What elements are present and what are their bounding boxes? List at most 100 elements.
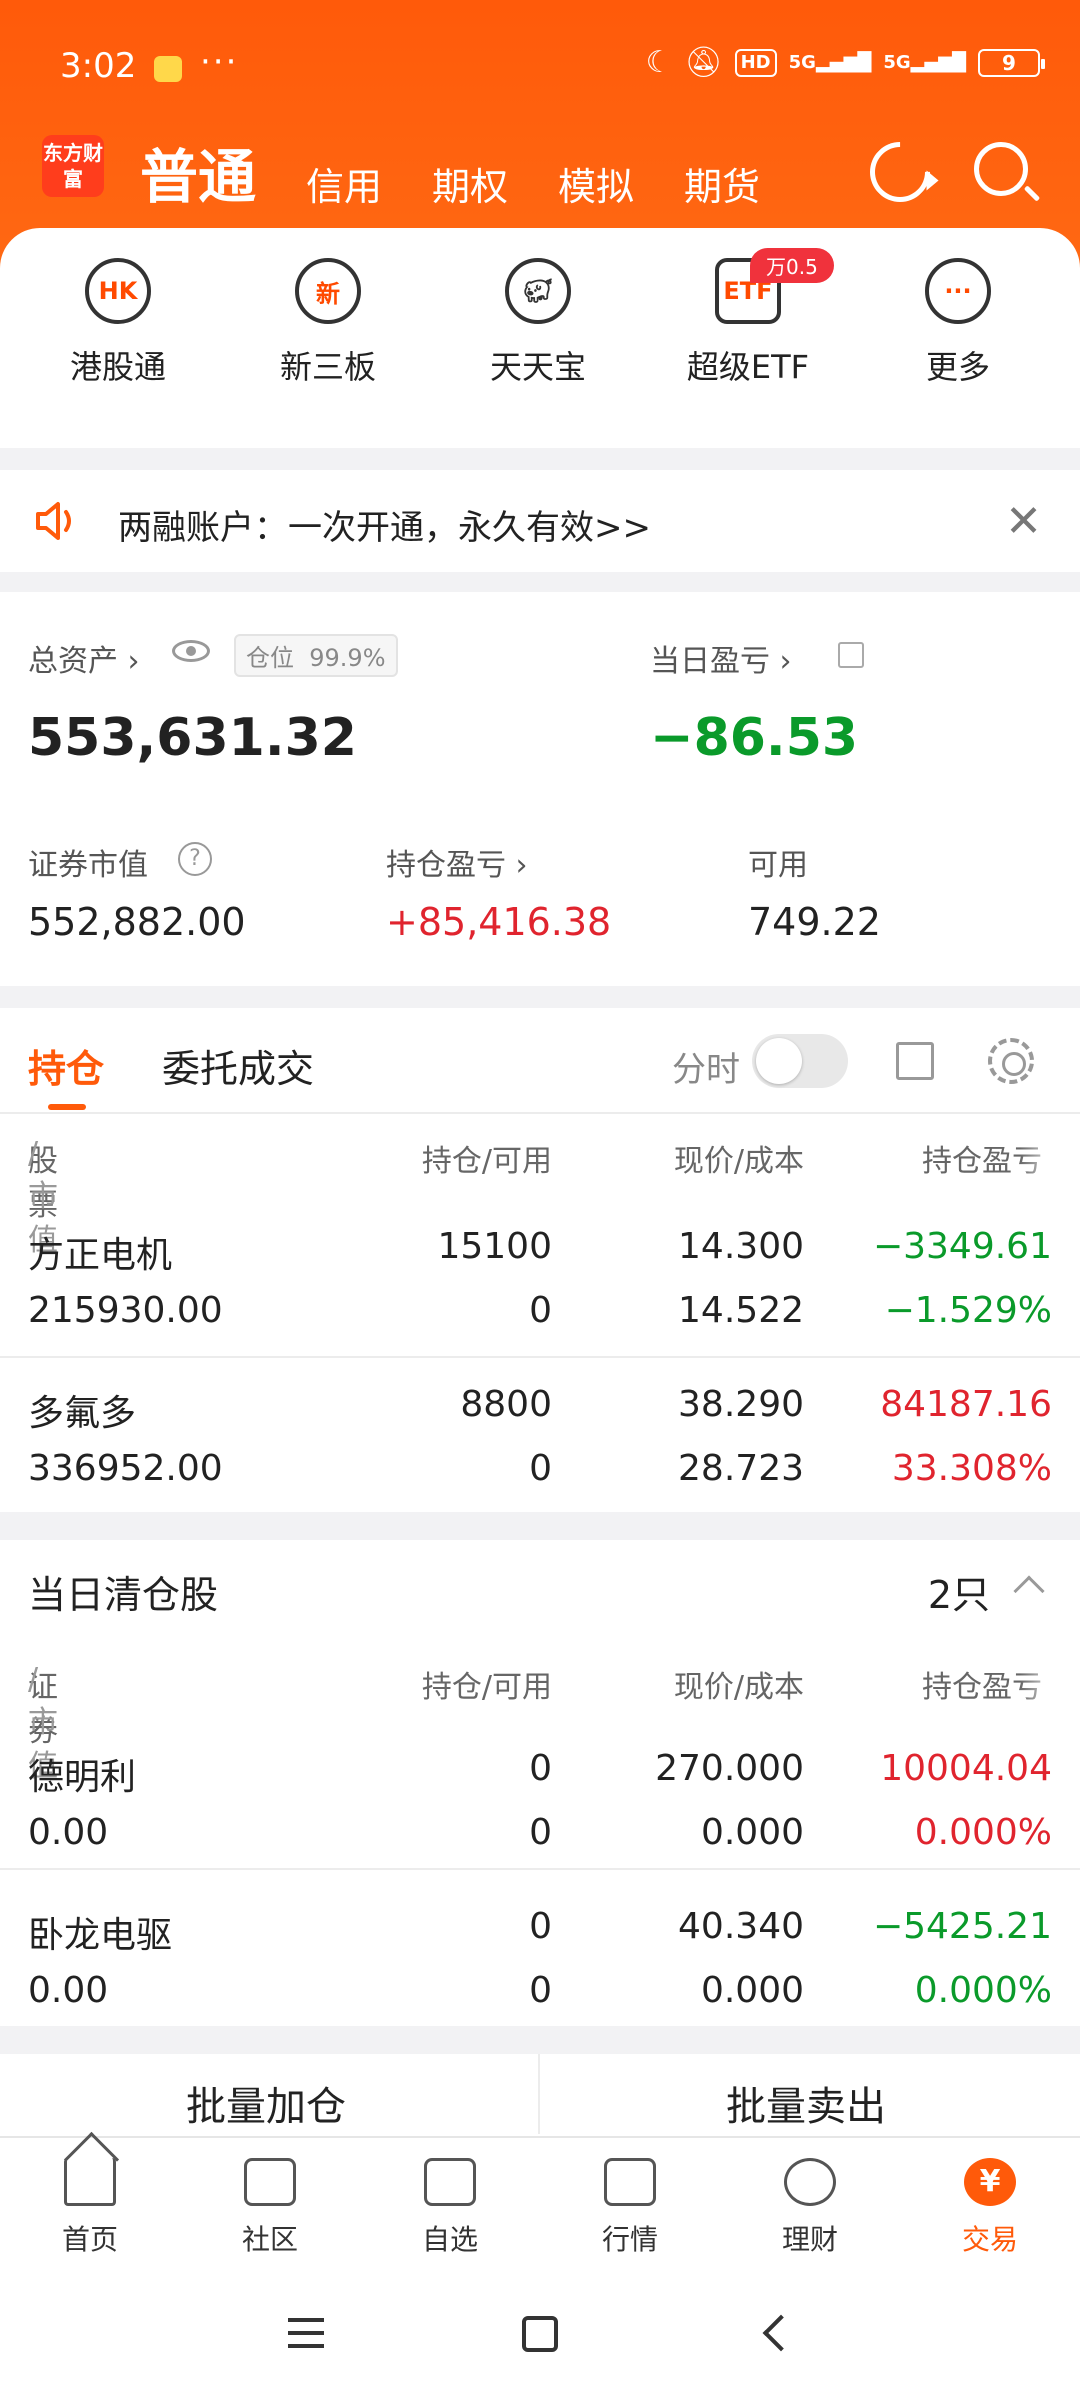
positions-section: 持仓 委托成交 分时 股票/市值 持仓/可用 现价/成本 持仓盈亏 方正电机 2… [0, 1008, 1080, 1512]
nav-home[interactable]: 首页 [0, 2158, 180, 2258]
quick-label: 超级ETF [686, 348, 810, 386]
quick-neeq[interactable]: 新 新三板 [228, 258, 428, 388]
hk-icon: HK [85, 258, 151, 324]
stock-pl-pct: 0.000% [914, 1812, 1052, 1853]
stock-market-value: 215930.00 [28, 1290, 223, 1331]
quick-label: 天天宝 [489, 348, 586, 386]
nav-label: 理财 [781, 2223, 838, 2256]
search-icon[interactable] [974, 142, 1028, 196]
header-pl: 持仓盈亏 [922, 1670, 1042, 1705]
tab-options[interactable]: 期权 [432, 156, 508, 211]
total-assets-label[interactable]: 总资产 › [28, 636, 140, 680]
batch-add-button[interactable]: 批量加仓 [186, 2074, 346, 2132]
mute-bell-icon: 🔕︎ [684, 45, 723, 80]
eye-icon[interactable] [172, 640, 210, 662]
stock-price: 40.340 [678, 1906, 804, 1947]
signal-icon-2: 5G▂▄▆█ [883, 52, 966, 73]
cleared-title: 当日清仓股 [28, 1573, 219, 1617]
quick-hk-connect[interactable]: HK 港股通 [18, 258, 218, 388]
notification-app-icon [154, 56, 182, 82]
stock-price: 38.290 [678, 1384, 804, 1425]
stock-available: 0 [529, 1290, 552, 1331]
more-notifications-icon: ··· [200, 42, 239, 82]
stock-market-value: 0.00 [28, 1970, 109, 2011]
stock-name: 德明利 [28, 1757, 137, 1798]
tab-simulation[interactable]: 模拟 [558, 156, 634, 211]
stock-market-value: 336952.00 [28, 1448, 223, 1489]
divider [0, 1356, 1080, 1358]
batch-sell-button[interactable]: 批量卖出 [726, 2074, 886, 2132]
refresh-icon[interactable] [857, 129, 943, 215]
tab-credit[interactable]: 信用 [306, 156, 382, 211]
quick-label: 港股通 [69, 348, 166, 386]
header-holding: 持仓/可用 [421, 1670, 552, 1705]
app-logo: 东方财富 [42, 135, 104, 197]
diamond-icon [784, 2158, 836, 2206]
margin-account-notice[interactable]: 两融账户：一次开通，永久有效>> ✕ [0, 470, 1080, 572]
help-icon[interactable]: ? [178, 842, 212, 876]
table-row[interactable]: 多氟多 336952.00 8800 0 38.290 28.723 84187… [0, 1374, 1080, 1534]
stock-available: 0 [529, 1448, 552, 1489]
nav-community[interactable]: 社区 [180, 2158, 360, 2258]
stock-price: 270.000 [655, 1748, 804, 1789]
home-square-icon[interactable] [522, 2316, 558, 2352]
gear-icon[interactable] [988, 1038, 1034, 1084]
stock-pl: 84187.16 [880, 1384, 1052, 1425]
nav-trade[interactable]: ¥ 交易 [900, 2158, 1080, 2258]
nav-market[interactable]: 行情 [540, 2158, 720, 2258]
fenshi-toggle[interactable] [752, 1034, 848, 1088]
nav-label: 自选 [421, 2223, 478, 2256]
cleared-today-section: 当日清仓股 2只 证券/市值 持仓/可用 现价/成本 持仓盈亏 德明利 0.00… [0, 1540, 1080, 2026]
account-type-nav: 东方财富 普通 信用 期权 模拟 期货 [0, 129, 1080, 230]
tab-normal[interactable]: 普通 [140, 130, 256, 214]
table-row[interactable]: 德明利 0.00 0 0 270.000 0.000 10004.04 0.00… [0, 1738, 1080, 1898]
menu-icon[interactable] [288, 2318, 324, 2348]
stock-cost: 0.000 [700, 1812, 804, 1853]
close-icon[interactable]: ✕ [1005, 496, 1042, 547]
more-icon: ··· [925, 258, 991, 324]
stock-cost: 28.723 [678, 1448, 804, 1489]
holding-pl-value: +85,416.38 [386, 900, 612, 944]
stock-pl-pct: −1.529% [884, 1290, 1052, 1331]
nav-watchlist[interactable]: 自选 [360, 2158, 540, 2258]
share-icon[interactable] [896, 1042, 934, 1080]
status-time: 3:02 [60, 46, 137, 86]
moon-icon: ☾ [645, 45, 673, 80]
fenshi-label: 分时 [672, 1050, 740, 1090]
quick-more[interactable]: ··· 更多 [858, 258, 1058, 388]
cleared-count[interactable]: 2只 [928, 1564, 990, 1619]
available-value: 749.22 [748, 900, 881, 944]
asset-summary: 总资产 › 仓位 99.9% 553,631.32 当日盈亏 › −86.53 … [0, 592, 1080, 986]
tab-orders[interactable]: 委托成交 [162, 1038, 314, 1093]
stock-pl: −5425.21 [872, 1906, 1052, 1947]
stock-holding: 8800 [460, 1384, 552, 1425]
holding-pl-label[interactable]: 持仓盈亏 › [386, 840, 528, 884]
stock-market-value: 0.00 [28, 1812, 109, 1853]
new-board-icon: 新 [295, 258, 361, 324]
system-nav-bar [0, 2274, 1080, 2400]
piggy-bank-icon: 🐖︎ [505, 258, 571, 324]
chevron-up-icon[interactable] [1013, 1575, 1045, 1607]
home-icon [64, 2158, 116, 2206]
stock-price: 14.300 [678, 1226, 804, 1267]
cleared-table-header: 证券/市值 持仓/可用 现价/成本 持仓盈亏 [0, 1662, 1080, 1784]
nav-wealth[interactable]: 理财 [720, 2158, 900, 2258]
external-link-icon[interactable] [838, 642, 864, 668]
nav-label: 社区 [241, 2223, 298, 2256]
market-value-label: 证券市值 [28, 848, 148, 883]
header-price: 现价/成本 [673, 1144, 804, 1179]
tab-holdings[interactable]: 持仓 [28, 1038, 104, 1093]
daily-pl-label[interactable]: 当日盈亏 › [650, 636, 792, 680]
etf-fee-badge: 万0.5 [750, 248, 834, 283]
stock-holding: 0 [529, 1906, 552, 1947]
daily-pl-value: −86.53 [650, 708, 859, 768]
header-pl: 持仓盈亏 [922, 1144, 1042, 1179]
table-row[interactable]: 方正电机 215930.00 15100 0 14.300 14.522 −33… [0, 1216, 1080, 1376]
back-icon[interactable] [762, 2314, 800, 2352]
chart-icon [604, 2158, 656, 2206]
market-value: 552,882.00 [28, 900, 246, 944]
tab-futures[interactable]: 期货 [684, 156, 760, 211]
table-row[interactable]: 卧龙电驱 0.00 0 0 40.340 0.000 −5425.21 0.00… [0, 1896, 1080, 2056]
battery-icon: 9 [978, 49, 1045, 77]
quick-tiantianbao[interactable]: 🐖︎ 天天宝 [438, 258, 638, 388]
